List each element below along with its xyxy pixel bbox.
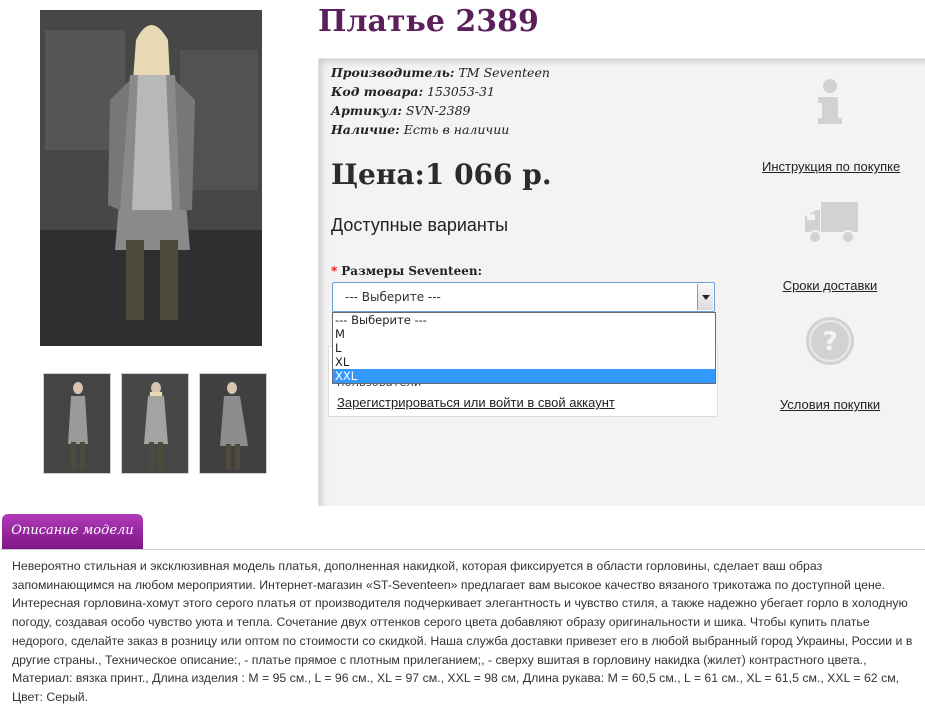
- product-price: Цена:1 066 р.: [331, 158, 552, 191]
- thumbnail-2[interactable]: [121, 373, 189, 474]
- size-label: * Размеры Seventeen:: [331, 264, 482, 278]
- spec-article: Артикул: SVN-2389: [331, 103, 471, 118]
- tab-model-description[interactable]: Описание модели: [2, 514, 143, 550]
- size-dropdown-list[interactable]: --- Выберите --- M L XL XXL: [332, 312, 716, 384]
- delivery-times-link[interactable]: Сроки доставки: [775, 278, 885, 293]
- svg-text:?: ?: [822, 327, 837, 357]
- size-select-value: --- Выберите ---: [345, 290, 441, 304]
- size-select[interactable]: --- Выберите ---: [332, 282, 715, 312]
- dropdown-option[interactable]: --- Выберите ---: [333, 313, 715, 327]
- dropdown-option[interactable]: L: [333, 341, 715, 355]
- available-options-heading: Доступные варианты: [331, 215, 509, 235]
- product-title: Платье 2389: [318, 4, 539, 39]
- product-specs: Производитель: TM Seventeen Код товара: …: [331, 63, 550, 139]
- spec-product-code: Код товара: 153053-31: [331, 84, 495, 99]
- dropdown-option[interactable]: M: [333, 327, 715, 341]
- dropdown-option-selected[interactable]: XXL: [333, 369, 715, 383]
- tab-divider: [0, 549, 925, 550]
- question-icon: ?: [805, 316, 855, 370]
- truck-icon: [803, 200, 859, 250]
- thumbnail-1[interactable]: [43, 373, 111, 474]
- main-product-photo[interactable]: [40, 10, 262, 346]
- purchase-conditions-link[interactable]: Условия покупки: [773, 397, 887, 412]
- register-login-link[interactable]: Зарегистрироваться или войти в свой акка…: [337, 395, 615, 410]
- thumbnail-3[interactable]: [199, 373, 267, 474]
- info-icon: [815, 78, 845, 130]
- dropdown-option[interactable]: XL: [333, 355, 715, 369]
- spec-availability: Наличие: Есть в наличии: [331, 122, 510, 137]
- chevron-down-icon[interactable]: [697, 284, 713, 310]
- instructions-link[interactable]: Инструкция по покупке: [762, 159, 900, 174]
- spec-manufacturer: Производитель: TM Seventeen: [331, 65, 550, 80]
- model-description-text: Невероятно стильная и эксклюзивная модел…: [12, 559, 913, 704]
- required-mark: *: [331, 264, 338, 278]
